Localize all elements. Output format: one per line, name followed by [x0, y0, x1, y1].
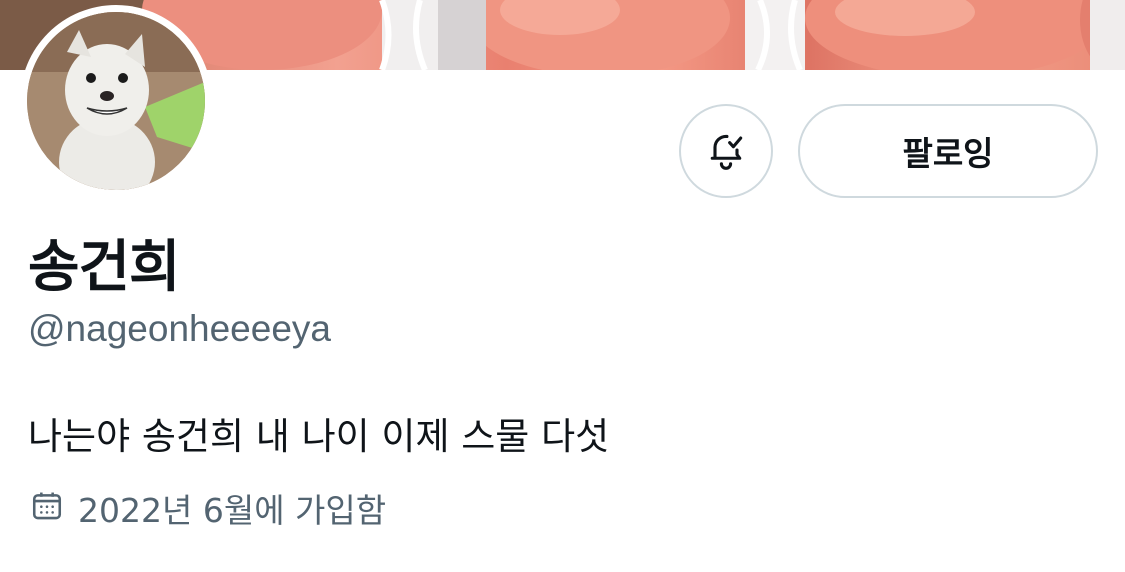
bell-check-icon [704, 128, 748, 175]
notification-toggle-button[interactable] [679, 104, 773, 198]
join-date-text: 2022년 6월에 가입함 [78, 491, 387, 530]
profile-header: 팔로잉 송건희 @nageonheeeeya 나는야 송건희 내 나이 이제 스… [0, 0, 1125, 572]
profile-bio: 나는야 송건희 내 나이 이제 스물 다섯 [28, 415, 610, 458]
avatar[interactable] [20, 5, 212, 197]
calendar-icon [30, 489, 64, 527]
display-name: 송건희 [28, 235, 181, 300]
user-handle: @nageonheeeeya [28, 308, 331, 349]
join-date: 2022년 6월에 가입함 [30, 485, 386, 531]
following-button[interactable]: 팔로잉 [798, 104, 1098, 198]
avatar-image [27, 12, 205, 190]
